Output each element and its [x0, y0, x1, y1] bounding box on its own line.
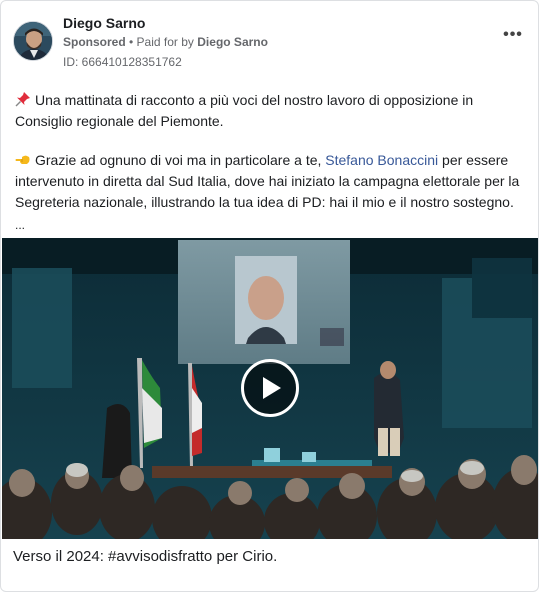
author-name[interactable]: Diego Sarno [63, 15, 145, 31]
separator-dot: • [125, 35, 137, 49]
ad-card: Diego Sarno Sponsored • Paid for by Dieg… [0, 0, 539, 592]
paragraph-1-text: Una mattinata di racconto a più voci del… [15, 92, 474, 129]
more-options-icon[interactable]: ••• [501, 27, 525, 47]
post-header: Diego Sarno Sponsored • Paid for by Dieg… [13, 15, 525, 69]
post-body: Una mattinata di racconto a più voci del… [15, 90, 525, 236]
avatar[interactable] [13, 21, 53, 61]
paid-for-prefix: Paid for by [136, 35, 194, 49]
play-icon [263, 377, 281, 399]
pointing-hand-icon [15, 155, 30, 164]
sponsored-label: Sponsored [63, 35, 126, 49]
play-button[interactable] [241, 359, 299, 417]
paragraph-1: Una mattinata di racconto a più voci del… [15, 90, 525, 132]
video-caption: Verso il 2024: #avvisodisfratto per Ciri… [13, 548, 278, 565]
paragraph-2-text-start: Grazie ad ognuno di voi ma in particolar… [35, 152, 326, 168]
pushpin-icon [15, 92, 30, 107]
see-more-ellipsis[interactable]: ... [15, 215, 525, 236]
sponsored-line: Sponsored • Paid for by Diego Sarno [63, 35, 268, 49]
avatar-photo [14, 22, 52, 60]
paid-for-name: Diego Sarno [197, 35, 268, 49]
ad-id: ID: 666410128351762 [63, 55, 182, 69]
paragraph-2: Grazie ad ognuno di voi ma in particolar… [15, 150, 525, 213]
mention-link[interactable]: Stefano Bonaccini [325, 152, 438, 168]
